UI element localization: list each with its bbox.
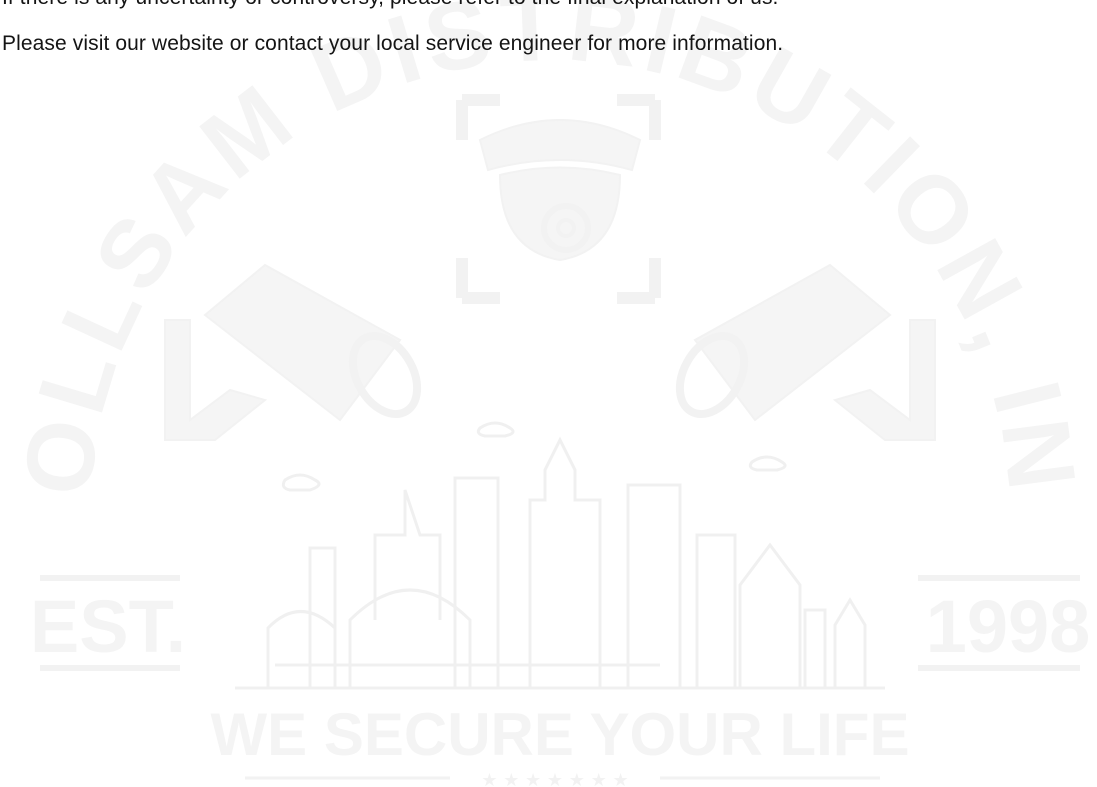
dome-camera-icon bbox=[456, 94, 661, 304]
contact-note: Please visit our website or contact your… bbox=[2, 32, 784, 55]
watermark-stars: ★ ★ ★ ★ ★ ★ ★ bbox=[481, 770, 628, 787]
document-page: COLLSAM DISTRIBUTION, INC bbox=[0, 0, 1097, 787]
watermark-slogan: WE SECURE YOUR LIFE bbox=[211, 701, 910, 768]
city-skyline-icon bbox=[235, 421, 885, 690]
watermark-year: 1998 bbox=[926, 585, 1091, 668]
bullet-camera-icon bbox=[164, 263, 422, 441]
watermark-est-label: EST. bbox=[30, 585, 186, 668]
bullet-camera-icon bbox=[675, 263, 936, 441]
company-watermark: COLLSAM DISTRIBUTION, INC bbox=[0, 0, 1091, 787]
uncertainty-note: If there is any uncertainty or controver… bbox=[2, 0, 779, 10]
